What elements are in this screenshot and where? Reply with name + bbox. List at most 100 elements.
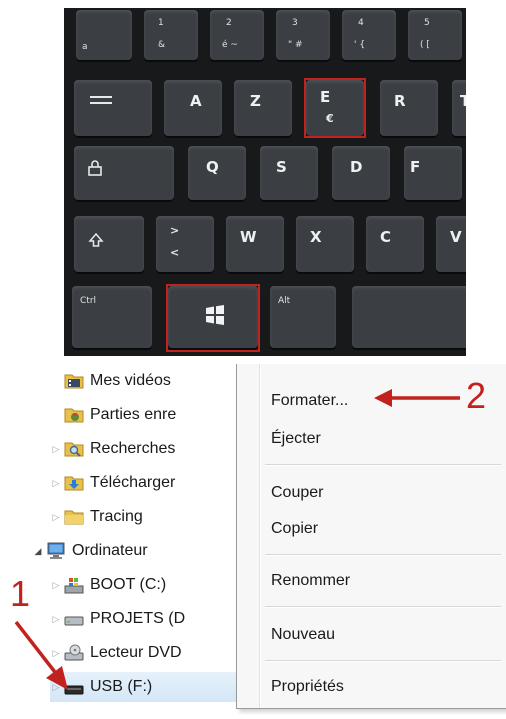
key-tab xyxy=(74,80,152,136)
key-d: D xyxy=(332,146,390,200)
tree-item-ordinateur[interactable]: ◢ Ordinateur xyxy=(32,536,240,566)
key-label: F xyxy=(410,158,421,176)
key-label: C xyxy=(380,228,392,246)
key-s: S xyxy=(260,146,318,200)
windows-drive-icon xyxy=(64,578,84,594)
key-sublabel: a xyxy=(82,42,88,52)
tree-item-label: Télécharger xyxy=(90,474,176,491)
key-label: 5 xyxy=(424,18,430,28)
tree-item-usb-f[interactable]: ▷ USB (F:) xyxy=(50,672,240,702)
key-number-5: 5 ( [ xyxy=(408,10,462,60)
menu-item-ejecter[interactable]: Éjecter xyxy=(271,430,321,448)
key-f: F xyxy=(404,146,462,200)
lock-icon xyxy=(88,160,102,176)
menu-item-renommer[interactable]: Renommer xyxy=(271,572,350,590)
tree-item-projets-d[interactable]: ▷ PROJETS (D xyxy=(50,604,240,634)
menu-separator xyxy=(265,464,501,466)
searches-folder-icon xyxy=(64,442,84,457)
shift-arrow-icon xyxy=(88,232,104,247)
tree-item-label: Mes vidéos xyxy=(90,372,171,389)
key-angle-brackets: > < xyxy=(156,216,214,272)
tree-item-label: USB (F:) xyxy=(90,678,153,695)
tree-item-parties-enregistrees[interactable]: Parties enre xyxy=(50,400,240,430)
key-shift xyxy=(74,216,144,272)
menu-item-copier[interactable]: Copier xyxy=(271,520,318,538)
tab-arrow-icon xyxy=(90,96,112,104)
tree-item-recherches[interactable]: ▷ Recherches xyxy=(50,434,240,464)
tree-item-label: Lecteur DVD xyxy=(90,644,182,661)
key-q: Q xyxy=(188,146,246,200)
key-number-1: 1 & xyxy=(144,10,198,60)
step-1-arrow-icon xyxy=(14,620,68,690)
step-2-number: 2 xyxy=(466,375,487,416)
key-label: S xyxy=(276,158,287,176)
explorer-pane: Mes vidéos Parties enre ▷ Recherches ▷ T… xyxy=(0,364,506,719)
tree-item-label: Parties enre xyxy=(90,406,177,423)
key-space xyxy=(352,286,466,348)
computer-icon xyxy=(47,542,65,559)
key-label: > xyxy=(170,224,180,237)
tree-item-boot-c[interactable]: ▷ BOOT (C:) xyxy=(50,570,240,600)
menu-separator xyxy=(265,554,501,556)
key-number-3: 3 " # xyxy=(276,10,330,60)
tree-item-label: Recherches xyxy=(90,440,176,457)
key-ctrl: Ctrl xyxy=(72,286,152,348)
tree-item-label: PROJETS (D xyxy=(90,610,186,627)
menu-item-proprietes[interactable]: Propriétés xyxy=(271,678,344,696)
saved-games-folder-icon xyxy=(64,408,84,423)
key-label: 3 xyxy=(292,18,298,28)
tree-item-tracing[interactable]: ▷ Tracing xyxy=(50,502,240,532)
key-label: T xyxy=(460,92,466,110)
menu-item-nouveau[interactable]: Nouveau xyxy=(271,626,335,644)
key-r: R xyxy=(380,80,438,136)
key-label: W xyxy=(240,228,257,246)
key-label: V xyxy=(450,228,462,246)
key-number-2: 2 é ~ xyxy=(210,10,264,60)
keyboard-photo: a 1 & 2 é ~ 3 " # 4 ' { 5 ( [ A Z E € R … xyxy=(64,8,466,356)
menu-item-formater[interactable]: Formater... xyxy=(271,392,348,410)
key-label: 4 xyxy=(358,18,364,28)
key-label: Ctrl xyxy=(80,296,97,306)
key-label: 2 xyxy=(226,18,232,28)
key-label: Alt xyxy=(278,296,291,306)
key-label: A xyxy=(190,92,202,110)
key-sublabel: ' { xyxy=(354,40,366,50)
downloads-folder-icon xyxy=(64,476,84,491)
tree-item-label: Tracing xyxy=(90,508,143,525)
folder-icon xyxy=(64,510,84,525)
expand-arrow-icon[interactable]: ▷ xyxy=(50,580,62,591)
key-sublabel: " # xyxy=(288,40,303,50)
key-caps-lock xyxy=(74,146,174,200)
key-alt: Alt xyxy=(270,286,336,348)
step-1-number: 1 xyxy=(10,573,31,614)
e-key-highlight xyxy=(304,78,366,138)
step-2-arrow-icon xyxy=(374,389,460,407)
key-label: X xyxy=(310,228,322,246)
tree-item-telechargements[interactable]: ▷ Télécharger xyxy=(50,468,240,498)
key-number-0: a xyxy=(76,10,132,60)
windows-key-highlight xyxy=(166,284,260,352)
menu-separator xyxy=(265,660,501,662)
key-a: A xyxy=(164,80,222,136)
menu-item-couper[interactable]: Couper xyxy=(271,484,323,502)
menu-icon-gutter xyxy=(259,364,261,708)
key-w: W xyxy=(226,216,284,272)
menu-separator xyxy=(265,606,501,608)
expand-arrow-icon[interactable]: ▷ xyxy=(50,478,62,489)
tree-item-lecteur-dvd[interactable]: ▷ Lecteur DVD xyxy=(50,638,240,668)
key-c: C xyxy=(366,216,424,272)
key-label: Q xyxy=(206,158,219,176)
expand-arrow-icon[interactable]: ▷ xyxy=(50,512,62,523)
collapse-arrow-icon[interactable]: ◢ xyxy=(32,546,44,557)
tree-item-mes-videos[interactable]: Mes vidéos xyxy=(50,366,240,396)
key-x: X xyxy=(296,216,354,272)
key-sublabel: ( [ xyxy=(420,40,430,50)
key-z: Z xyxy=(234,80,292,136)
key-number-4: 4 ' { xyxy=(342,10,396,60)
expand-arrow-icon[interactable]: ▷ xyxy=(50,444,62,455)
tree-item-label: BOOT (C:) xyxy=(90,576,167,593)
key-label: Z xyxy=(250,92,261,110)
key-sublabel: & xyxy=(158,40,166,50)
key-label: 1 xyxy=(158,18,164,28)
key-label: D xyxy=(350,158,363,176)
